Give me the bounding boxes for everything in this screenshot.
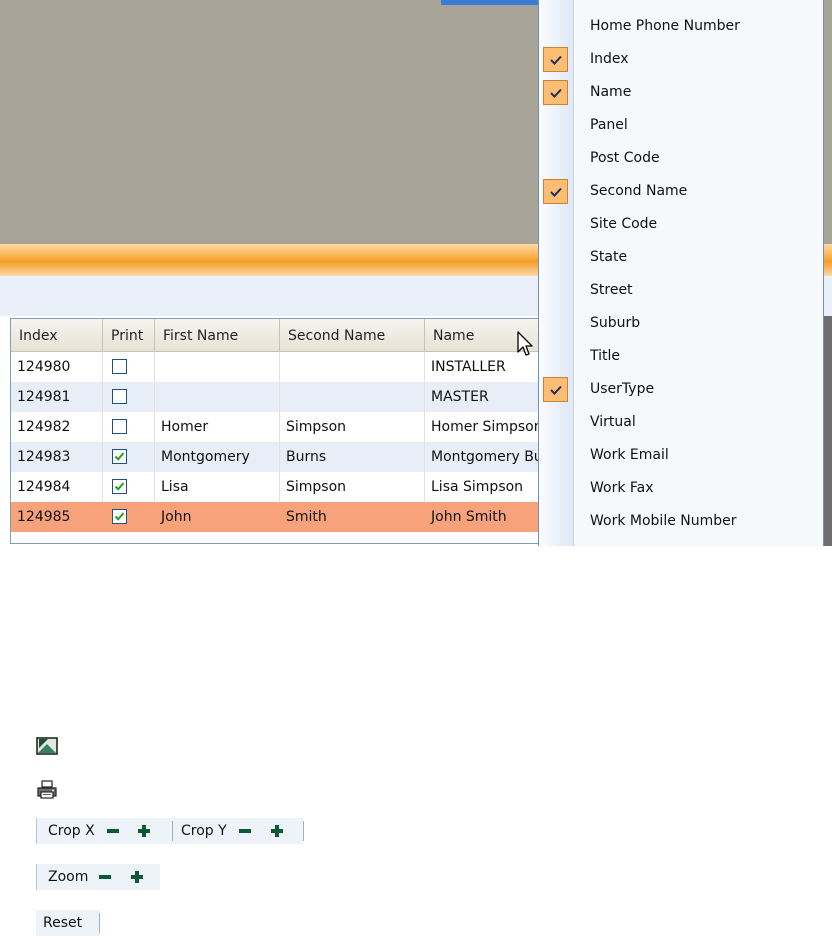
menu-item-label: Name (590, 84, 632, 100)
menu-item-home-phone-number[interactable]: Home Phone Number (539, 10, 823, 43)
menu-item-label: Site Code (590, 216, 658, 232)
menu-item-label: UserType (590, 381, 655, 397)
column-header-print[interactable]: Print (103, 319, 155, 351)
crop-x-minus-icon[interactable] (105, 823, 121, 839)
toolbar-separator (172, 821, 173, 841)
menu-item-label: Suburb (590, 315, 641, 331)
print-checkbox[interactable] (112, 419, 127, 434)
menu-item-label: Panel (590, 117, 628, 133)
crop-y-minus-icon[interactable] (237, 823, 253, 839)
column-header-first-name[interactable]: First Name (155, 319, 280, 351)
menu-item-label: State (590, 249, 628, 265)
zoom-plus-icon[interactable] (129, 869, 145, 885)
menu-item-post-code[interactable]: Post Code (539, 142, 823, 175)
cell-first-name: Montgomery (155, 442, 280, 472)
cell-second-name (280, 382, 425, 412)
cell-second-name: Simpson (280, 412, 425, 442)
crop-y-plus-icon[interactable] (269, 823, 285, 839)
menu-item-work-fax[interactable]: Work Fax (539, 472, 823, 505)
cell-index: 124982 (11, 412, 103, 442)
cell-index: 124984 (11, 472, 103, 502)
title-bar-fragment (441, 0, 541, 5)
print-cell (103, 472, 155, 502)
toolbar-separator (303, 821, 304, 841)
checkmark-icon (543, 80, 568, 105)
menu-item-panel[interactable]: Panel (539, 109, 823, 142)
cell-first-name (155, 352, 280, 382)
cell-second-name: Smith (280, 502, 425, 532)
menu-item-street[interactable]: Street (539, 274, 823, 307)
cell-index: 124980 (11, 352, 103, 382)
print-cell (103, 382, 155, 412)
column-header-index[interactable]: Index (11, 319, 103, 351)
crop-x-label: Crop X (48, 823, 95, 839)
crop-toolbar: Crop X Crop Y (36, 818, 304, 844)
menu-item-label: Title (590, 348, 621, 364)
menu-item-label: Street (590, 282, 633, 298)
cell-first-name (155, 382, 280, 412)
cell-first-name: Lisa (155, 472, 280, 502)
menu-item-site-code[interactable]: Site Code (539, 208, 823, 241)
print-checkbox[interactable] (112, 449, 127, 464)
menu-item-label: Second Name (590, 183, 688, 199)
cell-second-name (280, 352, 425, 382)
zoom-label: Zoom (48, 869, 89, 885)
checkmark-icon (543, 179, 568, 204)
cell-first-name: John (155, 502, 280, 532)
printer-icon[interactable] (36, 780, 58, 800)
toolbar-separator (99, 913, 100, 933)
menu-item-label: Index (590, 51, 629, 67)
checkmark-icon (543, 47, 568, 72)
menu-item-virtual[interactable]: Virtual (539, 406, 823, 439)
menu-item-label: Post Code (590, 150, 660, 166)
menu-item-label: Work Fax (590, 480, 654, 496)
reset-toolbar: Reset (36, 910, 100, 936)
print-cell (103, 442, 155, 472)
zoom-toolbar: Zoom (36, 864, 160, 890)
crop-x-plus-icon[interactable] (136, 823, 152, 839)
print-checkbox[interactable] (112, 509, 127, 524)
print-cell (103, 412, 155, 442)
menu-item-title[interactable]: Title (539, 340, 823, 373)
menu-item-work-mobile-number[interactable]: Work Mobile Number (539, 505, 823, 538)
menu-item-usertype[interactable]: UserType (539, 373, 823, 406)
menu-item-second-name[interactable]: Second Name (539, 175, 823, 208)
menu-item-name[interactable]: Name (539, 76, 823, 109)
cell-first-name: Homer (155, 412, 280, 442)
menu-item-suburb[interactable]: Suburb (539, 307, 823, 340)
cell-second-name: Simpson (280, 472, 425, 502)
print-checkbox[interactable] (112, 479, 127, 494)
zoom-minus-icon[interactable] (97, 869, 113, 885)
menu-item-label: Work Mobile Number (590, 513, 737, 529)
menu-item-label: Work Email (590, 447, 669, 463)
menu-item-work-email[interactable]: Work Email (539, 439, 823, 472)
column-header-second-name[interactable]: Second Name (280, 319, 425, 351)
cell-index: 124985 (11, 502, 103, 532)
image-icon[interactable] (36, 736, 58, 756)
print-cell (103, 352, 155, 382)
print-cell (103, 502, 155, 532)
menu-item-label: Home Phone Number (590, 18, 740, 34)
menu-item-label: Virtual (590, 414, 636, 430)
mouse-cursor-icon (517, 331, 533, 356)
checkmark-icon (543, 377, 568, 402)
cell-index: 124981 (11, 382, 103, 412)
crop-y-label: Crop Y (181, 823, 227, 839)
menu-item-index[interactable]: Index (539, 43, 823, 76)
menu-item-state[interactable]: State (539, 241, 823, 274)
print-checkbox[interactable] (112, 359, 127, 374)
cell-second-name: Burns (280, 442, 425, 472)
reset-button[interactable]: Reset (43, 910, 82, 936)
print-checkbox[interactable] (112, 389, 127, 404)
cell-index: 124983 (11, 442, 103, 472)
column-chooser-menu[interactable]: Home Phone Number Index Name Panel Post Code… (538, 0, 824, 546)
